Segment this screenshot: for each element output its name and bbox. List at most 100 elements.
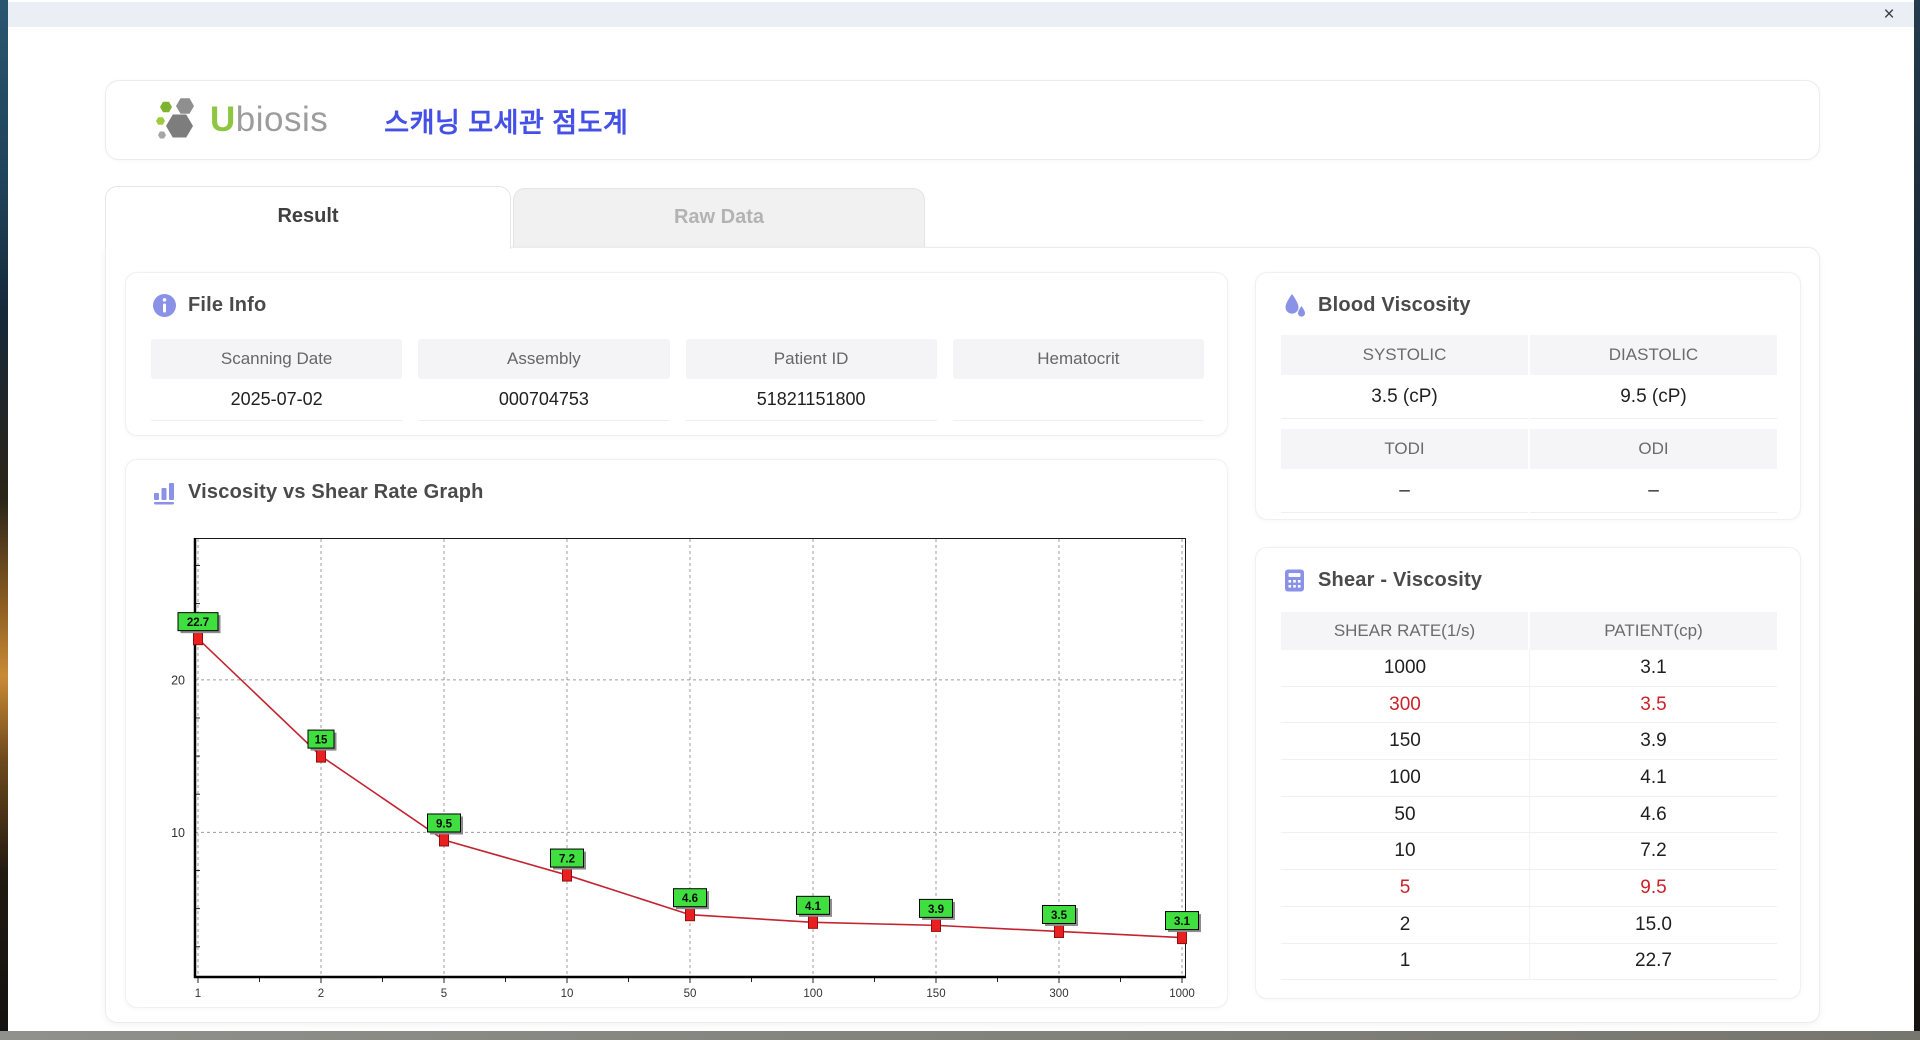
tab-raw-data[interactable]: Raw Data xyxy=(513,188,925,247)
file-info-field-label: Assembly xyxy=(418,339,669,379)
ubiosis-logo-icon xyxy=(152,95,206,145)
shear-table-header-row: SHEAR RATE(1/s)PATIENT(cp) xyxy=(1281,612,1777,650)
blood-viscosity-label-row: SYSTOLICDIASTOLIC xyxy=(1281,335,1777,375)
patient-viscosity-cell: 15.0 xyxy=(1529,907,1777,943)
viscosity-graph-card: Viscosity vs Shear Rate Graph 22.7159.57… xyxy=(125,459,1228,1008)
app-title: 스캐닝 모세관 점도계 xyxy=(384,101,628,140)
data-point-marker xyxy=(686,909,695,921)
bar-chart-icon xyxy=(152,480,177,505)
calculator-icon xyxy=(1282,568,1307,593)
shear-viscosity-title: Shear - Viscosity xyxy=(1318,569,1482,592)
blood-viscosity-title: Blood Viscosity xyxy=(1318,294,1471,317)
file-info-field-label: Hematocrit xyxy=(953,339,1204,379)
shear-rate-cell: 1000 xyxy=(1281,650,1529,686)
window-close-button[interactable]: × xyxy=(1878,4,1900,25)
data-point-marker xyxy=(194,633,203,645)
divider xyxy=(1281,419,1777,429)
shear-table-row: 215.0 xyxy=(1281,907,1777,944)
file-info-column: Scanning Date2025-07-02 xyxy=(151,339,402,421)
file-info-field-value: 000704753 xyxy=(418,379,669,421)
metric-label: ODI xyxy=(1530,429,1777,469)
data-point-marker xyxy=(1055,925,1064,937)
x-tick-label: 5 xyxy=(441,988,447,1000)
metric-label: SYSTOLIC xyxy=(1281,335,1528,375)
x-tick-label: 2 xyxy=(318,988,324,1000)
metric-label: DIASTOLIC xyxy=(1530,335,1777,375)
x-tick-label: 1000 xyxy=(1169,988,1195,1000)
shear-table-row: 504.6 xyxy=(1281,797,1777,834)
blood-viscosity-title-row: Blood Viscosity xyxy=(1282,293,1471,318)
file-info-field-label: Patient ID xyxy=(686,339,937,379)
blood-viscosity-value-row: 3.5 (cP)9.5 (cP) xyxy=(1281,375,1777,419)
graph-title: Viscosity vs Shear Rate Graph xyxy=(188,481,484,504)
metric-value: 9.5 (cP) xyxy=(1530,375,1777,419)
patient-viscosity-cell: 22.7 xyxy=(1529,944,1777,980)
file-info-title: File Info xyxy=(188,294,266,317)
data-point-marker xyxy=(809,916,818,928)
shear-rate-cell: 100 xyxy=(1281,760,1529,796)
brand-wordmark-u: U xyxy=(210,100,236,139)
blood-viscosity-card: Blood Viscosity SYSTOLICDIASTOLIC3.5 (cP… xyxy=(1255,272,1801,520)
shear-viscosity-title-row: Shear - Viscosity xyxy=(1282,568,1482,593)
data-point-label: 3.1 xyxy=(1174,916,1191,928)
desktop-wallpaper-left-edge xyxy=(0,0,8,1040)
viscosity-chart: 22.7159.57.24.64.13.93.53.11251050100150… xyxy=(194,538,1186,978)
metric-value: 3.5 (cP) xyxy=(1281,375,1528,419)
shear-rate-cell: 2 xyxy=(1281,907,1529,943)
file-info-column: Patient ID51821151800 xyxy=(686,339,937,421)
x-tick-label: 100 xyxy=(803,988,822,1000)
data-point-label: 7.2 xyxy=(559,854,575,866)
tab-result[interactable]: Result xyxy=(105,186,511,249)
x-tick-label: 10 xyxy=(561,988,574,1000)
window-titlebar: × xyxy=(8,2,1914,27)
data-point-label: 3.9 xyxy=(928,904,944,916)
shear-table-row: 1004.1 xyxy=(1281,760,1777,797)
data-point-marker xyxy=(440,834,449,846)
patient-viscosity-cell: 4.1 xyxy=(1529,760,1777,796)
blood-viscosity-table: SYSTOLICDIASTOLIC3.5 (cP)9.5 (cP)TODIODI… xyxy=(1281,335,1777,513)
brand-wordmark: Ubiosis xyxy=(210,100,328,140)
shear-viscosity-table: SHEAR RATE(1/s)PATIENT(cp)10003.13003.51… xyxy=(1281,612,1777,980)
data-point-marker xyxy=(1178,932,1187,944)
metric-value: – xyxy=(1530,469,1777,513)
shear-rate-cell: 300 xyxy=(1281,687,1529,723)
file-info-field-value xyxy=(953,379,1204,421)
file-info-field-label: Scanning Date xyxy=(151,339,402,379)
shear-table-row: 107.2 xyxy=(1281,833,1777,870)
data-point-label: 15 xyxy=(315,735,328,747)
file-info-field-value: 2025-07-02 xyxy=(151,379,402,421)
data-point-label: 4.6 xyxy=(682,893,698,905)
patient-viscosity-cell: 4.6 xyxy=(1529,797,1777,833)
shear-rate-cell: 10 xyxy=(1281,833,1529,869)
file-info-column: Hematocrit xyxy=(953,339,1204,421)
brand-logo: Ubiosis xyxy=(152,95,328,145)
shear-table-row: 10003.1 xyxy=(1281,650,1777,687)
data-point-marker xyxy=(317,750,326,762)
shear-rate-cell: 50 xyxy=(1281,797,1529,833)
x-tick-label: 50 xyxy=(684,988,697,1000)
graph-title-row: Viscosity vs Shear Rate Graph xyxy=(152,480,484,505)
shear-table-column-header: PATIENT(cp) xyxy=(1530,612,1777,650)
data-point-marker xyxy=(563,869,572,881)
y-tick-label: 10 xyxy=(171,826,185,840)
patient-viscosity-cell: 9.5 xyxy=(1529,870,1777,906)
shear-viscosity-card: Shear - Viscosity SHEAR RATE(1/s)PATIENT… xyxy=(1255,547,1801,999)
desktop-bottom-edge xyxy=(0,1031,1920,1040)
shear-rate-cell: 5 xyxy=(1281,870,1529,906)
metric-label: TODI xyxy=(1281,429,1528,469)
shear-table-row: 59.5 xyxy=(1281,870,1777,907)
data-point-label: 22.7 xyxy=(187,617,209,629)
blood-viscosity-label-row: TODIODI xyxy=(1281,429,1777,469)
file-info-title-row: File Info xyxy=(152,293,266,318)
file-info-column: Assembly000704753 xyxy=(418,339,669,421)
patient-viscosity-cell: 3.5 xyxy=(1529,687,1777,723)
info-icon xyxy=(152,293,177,318)
header-card: Ubiosis 스캐닝 모세관 점도계 xyxy=(105,80,1820,160)
shear-table-row: 122.7 xyxy=(1281,944,1777,981)
patient-viscosity-cell: 7.2 xyxy=(1529,833,1777,869)
data-point-label: 4.1 xyxy=(805,901,822,913)
shear-table-row: 3003.5 xyxy=(1281,687,1777,724)
x-tick-label: 150 xyxy=(926,988,945,1000)
file-info-card: File Info Scanning Date2025-07-02Assembl… xyxy=(125,272,1228,436)
y-tick-label: 20 xyxy=(171,673,185,687)
